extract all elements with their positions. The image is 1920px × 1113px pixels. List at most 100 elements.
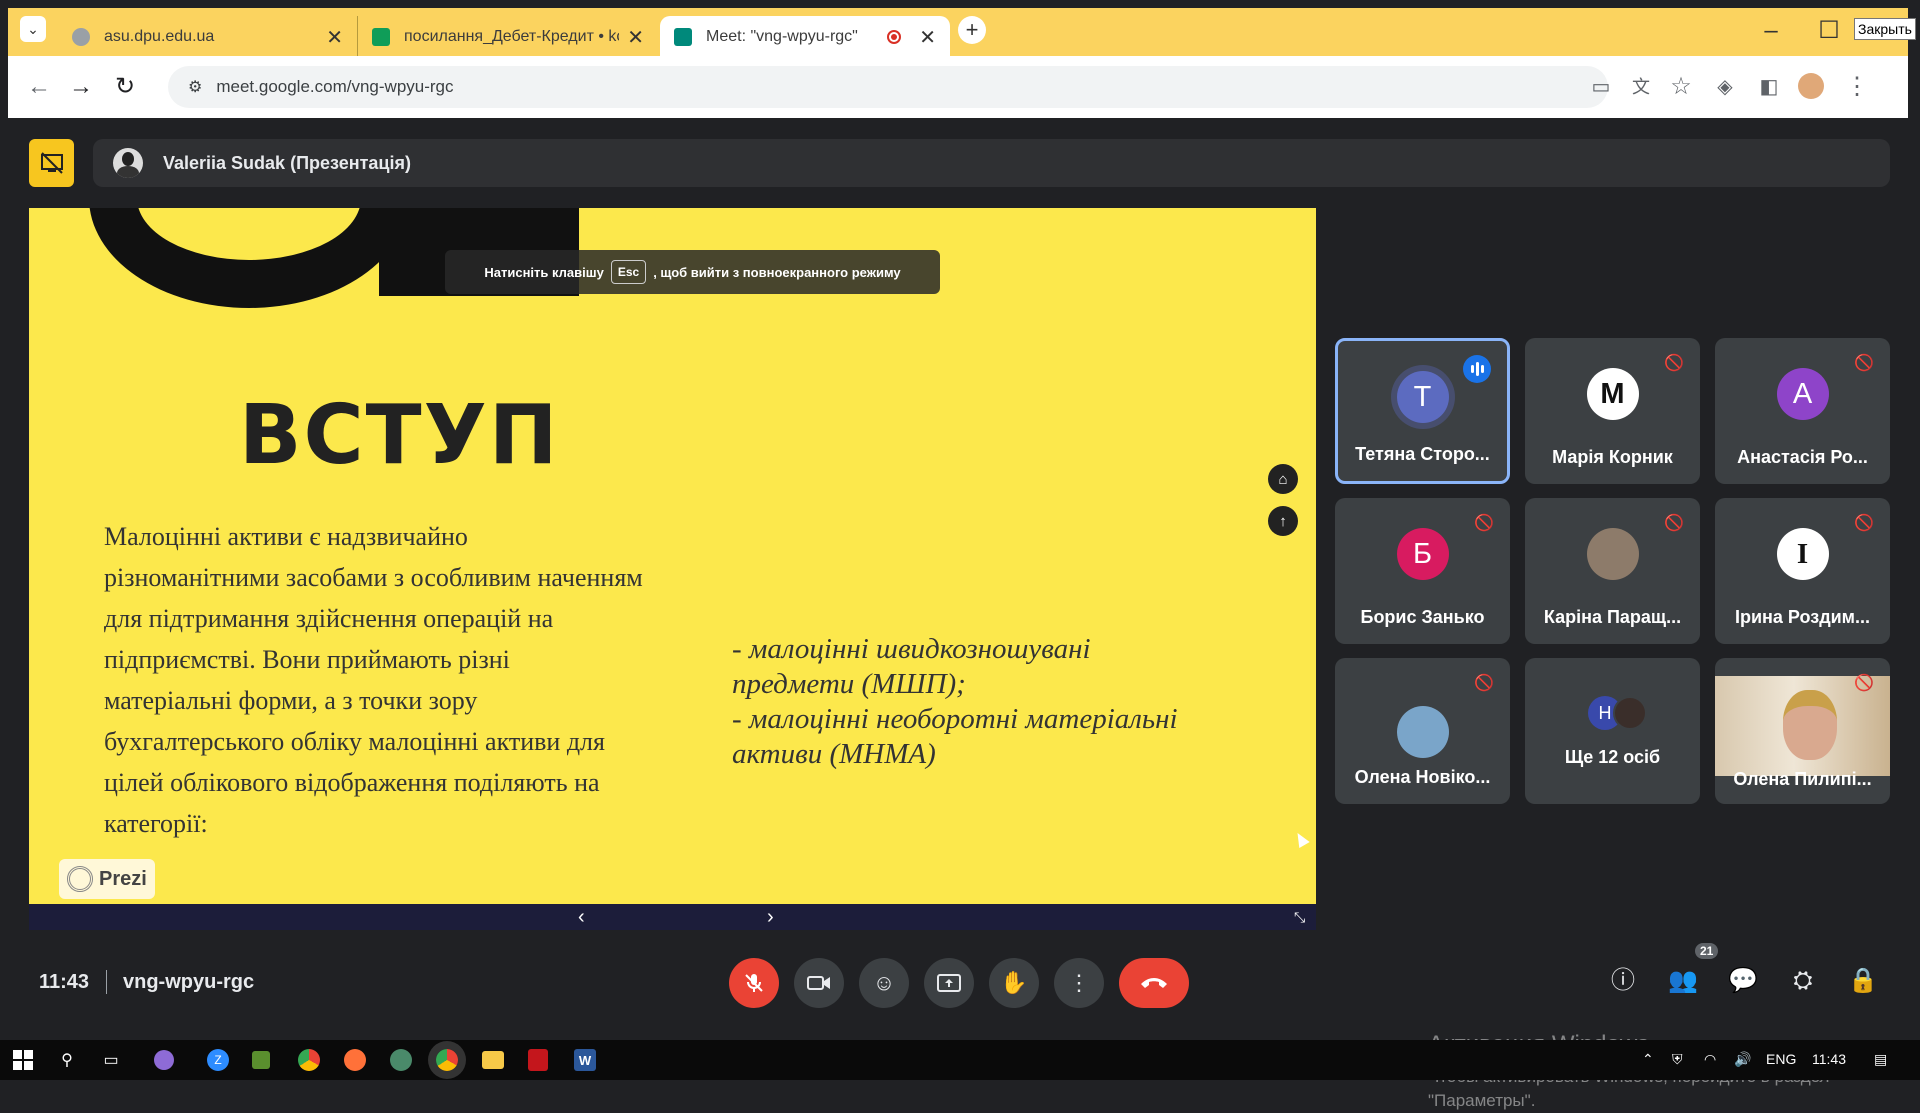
taskbar-clock[interactable]: 11:43: [1812, 1051, 1846, 1067]
bookmark-star-icon[interactable]: ☆: [1666, 72, 1696, 102]
participant-name: Борис Занько: [1360, 607, 1485, 627]
notifications-icon[interactable]: ▤: [1874, 1051, 1887, 1068]
reload-icon[interactable]: ↻: [110, 72, 140, 102]
more-participants-tile[interactable]: Н Ще 12 осіб: [1525, 658, 1700, 804]
divider: [106, 970, 107, 994]
windows-start-icon[interactable]: [10, 1048, 36, 1072]
speaking-indicator-icon: [1463, 355, 1491, 383]
firefox-icon[interactable]: [344, 1049, 366, 1071]
search-icon[interactable]: ⚲: [54, 1048, 80, 1072]
meet-area: Valeriia Sudak (Презентація) Натисніть к…: [8, 118, 1908, 1110]
esc-key: Esc: [610, 260, 647, 284]
participant-tile[interactable]: 🚫 Каріна Паращ...: [1525, 498, 1700, 644]
tab-search-icon[interactable]: ⌄: [20, 16, 46, 42]
minecraft-icon[interactable]: [252, 1051, 270, 1069]
slide-list-item: - малоцінні необоротні матеріальні актив…: [732, 703, 1178, 770]
meeting-time: 11:43: [39, 971, 90, 993]
close-tab-icon[interactable]: ✕: [627, 25, 644, 50]
presentation-slide[interactable]: Натисніть клавішу Esc , щоб вийти з повн…: [29, 208, 1316, 904]
globe-icon: [72, 28, 90, 46]
chrome-active-icon[interactable]: [436, 1049, 458, 1071]
stop-presenting-icon[interactable]: [29, 139, 74, 187]
participant-tile[interactable]: I 🚫 Ірина Роздим...: [1715, 498, 1890, 644]
maximize-icon[interactable]: ☐: [1814, 16, 1844, 46]
pdf-reader-icon[interactable]: [528, 1049, 548, 1071]
close-tooltip: Закрыть: [1854, 18, 1916, 40]
participant-tile[interactable]: 🚫 Олена Пилипі...: [1715, 658, 1890, 804]
people-icon[interactable]: 👥: [1665, 963, 1701, 999]
participant-avatar: I: [1776, 528, 1829, 580]
close-tab-icon[interactable]: ✕: [326, 25, 343, 50]
minimize-icon[interactable]: –: [1756, 16, 1786, 46]
participant-avatar: Т: [1396, 371, 1449, 423]
activities-icon[interactable]: ⛭: [1785, 963, 1821, 999]
security-icon[interactable]: ⛨: [1672, 1051, 1683, 1068]
prezi-badge[interactable]: Prezi: [59, 859, 155, 899]
participant-tile[interactable]: Т Тетяна Сторо...: [1335, 338, 1510, 484]
participant-name: Ірина Роздим...: [1734, 607, 1871, 627]
mic-off-icon: 🚫: [1474, 675, 1494, 692]
sidepanel-icon[interactable]: ◧: [1754, 72, 1784, 102]
next-slide-icon[interactable]: ›: [767, 904, 774, 930]
app-icon[interactable]: [390, 1049, 412, 1071]
chrome-icon[interactable]: [298, 1049, 320, 1071]
new-tab-button[interactable]: +: [958, 16, 986, 44]
tab-title: asu.dpu.edu.ua: [104, 28, 215, 45]
leave-call-button[interactable]: [1119, 958, 1189, 1008]
esc-hint-text: Натисніть клавішу: [484, 264, 604, 280]
address-bar[interactable]: ⚙ meet.google.com/vng-wpyu-rgc: [168, 66, 1608, 108]
present-screen-icon: [937, 974, 961, 992]
participant-tile[interactable]: М 🚫 Марія Корник: [1525, 338, 1700, 484]
back-icon[interactable]: ←: [24, 72, 54, 102]
app-purple-icon[interactable]: [154, 1050, 174, 1070]
more-options-button[interactable]: ⋮: [1054, 958, 1104, 1008]
close-tab-icon[interactable]: ✕: [919, 25, 936, 50]
mic-off-icon: [745, 974, 763, 992]
participant-avatar: Б: [1396, 528, 1449, 580]
task-view-icon[interactable]: ▭: [98, 1048, 124, 1072]
camera-button[interactable]: [794, 958, 844, 1008]
tab-sheet[interactable]: посилання_Дебет-Кредит • ko ✕: [358, 16, 658, 58]
camera-icon[interactable]: ▭: [1586, 72, 1616, 102]
esc-hint-text: , щоб вийти з повноекранного режиму: [653, 264, 901, 280]
participant-video-face: [1783, 690, 1837, 760]
translate-icon[interactable]: 文: [1626, 72, 1656, 102]
recording-icon: [887, 30, 902, 44]
fullscreen-icon[interactable]: ⤡: [1294, 904, 1305, 930]
profile-avatar[interactable]: [1798, 73, 1824, 99]
zoom-icon[interactable]: Z: [207, 1049, 229, 1071]
raise-hand-button[interactable]: ✋: [989, 958, 1039, 1008]
meeting-info-icon[interactable]: ⓘ: [1605, 963, 1641, 999]
menu-icon[interactable]: ⋮: [1842, 72, 1872, 102]
extension-icon[interactable]: ◈: [1710, 72, 1740, 102]
word-icon[interactable]: W: [574, 1049, 596, 1071]
participant-tile[interactable]: А 🚫 Анастасія Ро...: [1715, 338, 1890, 484]
present-button[interactable]: [924, 958, 974, 1008]
prezi-label: Prezi: [99, 867, 147, 890]
presenter-avatar: [113, 148, 143, 178]
tab-asu[interactable]: asu.dpu.edu.ua ✕: [58, 16, 358, 58]
chat-icon[interactable]: 💬: [1725, 963, 1761, 999]
site-info-icon[interactable]: ⚙: [188, 77, 202, 97]
tray-chevron-icon[interactable]: ⌃: [1642, 1051, 1654, 1068]
wifi-icon[interactable]: ◠: [1704, 1051, 1716, 1068]
tab-meet[interactable]: Meet: "vng-wpyu-rgc" ✕: [660, 16, 950, 58]
input-language[interactable]: ENG: [1766, 1051, 1796, 1067]
file-explorer-icon[interactable]: [482, 1051, 504, 1069]
home-icon[interactable]: ⌂: [1268, 464, 1298, 494]
slide-list-item: - малоцінні швидкозношувані предмети (МШ…: [732, 633, 1091, 700]
prezi-logo-icon: [67, 866, 93, 892]
prev-slide-icon[interactable]: ‹: [578, 904, 585, 930]
reactions-button[interactable]: ☺: [859, 958, 909, 1008]
forward-icon[interactable]: →: [66, 72, 96, 102]
watermark-text: "Параметры".: [1428, 1091, 1536, 1110]
participant-avatar: [1396, 706, 1449, 758]
volume-icon[interactable]: 🔊: [1734, 1051, 1751, 1068]
participant-tile[interactable]: 🚫 Олена Новіко...: [1335, 658, 1510, 804]
more-vert-icon: ⋮: [1068, 970, 1090, 995]
host-controls-icon[interactable]: 🔒: [1845, 963, 1881, 999]
step-back-icon[interactable]: ↑: [1268, 506, 1298, 536]
participant-tile[interactable]: Б 🚫 Борис Занько: [1335, 498, 1510, 644]
mic-off-button[interactable]: [729, 958, 779, 1008]
slide-heading: ВСТУП: [239, 388, 560, 483]
